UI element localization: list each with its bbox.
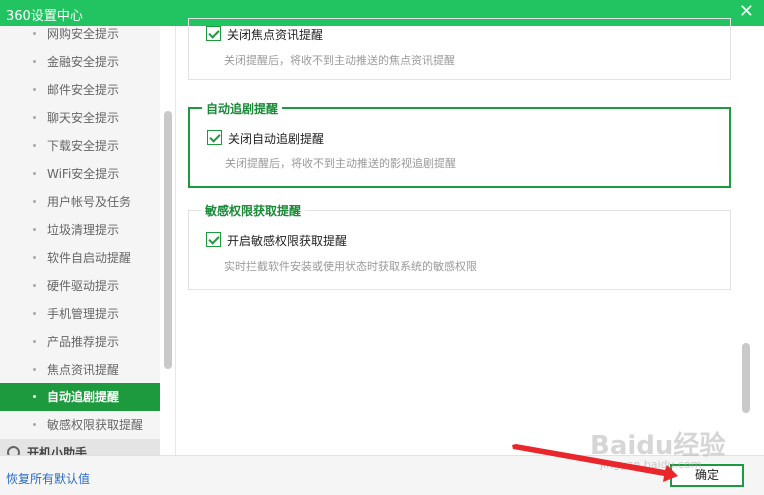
checkbox-label: 关闭焦点资讯提醒 [227, 28, 324, 42]
sidebar-item-driver[interactable]: 硬件驱动提示 [0, 272, 160, 300]
sidebar-item-label: 垃圾清理提示 [47, 223, 120, 237]
sidebar-item-drama[interactable]: 自动追剧提醒 [0, 383, 160, 411]
pointer-arrow-icon [512, 444, 678, 482]
sidebar-group-boot-helper[interactable]: 开机小助手 [0, 439, 160, 455]
sidebar-item-label: 软件自启动提醒 [47, 251, 132, 265]
sidebar-item-label: 自动追剧提醒 [47, 390, 120, 404]
gear-icon [7, 446, 20, 455]
sidebar-item-label: 硬件驱动提示 [47, 279, 120, 293]
checkbox-label: 关闭自动追剧提醒 [228, 132, 325, 146]
sidebar-item-chat[interactable]: 聊天安全提示 [0, 104, 160, 132]
panel-description: 实时拦截软件安装或使用状态时获取系统的敏感权限 [224, 260, 477, 273]
content-scrollbar[interactable] [742, 343, 750, 413]
sidebar-item-label: 手机管理提示 [47, 307, 120, 321]
sidebar-item-label: 下载安全提示 [47, 139, 120, 153]
sidebar-scrollbar[interactable] [164, 111, 172, 369]
sidebar-item-email[interactable]: 邮件安全提示 [0, 76, 160, 104]
sidebar-item-label: 产品推荐提示 [47, 335, 120, 349]
checkbox-label: 开启敏感权限获取提醒 [227, 234, 348, 248]
close-news-reminder-checkbox[interactable] [206, 26, 221, 41]
sidebar-item-product[interactable]: 产品推荐提示 [0, 328, 160, 356]
sidebar-item-label: WiFi安全提示 [47, 167, 120, 181]
close-icon[interactable]: ✕ [739, 1, 754, 23]
enable-permission-reminder-checkbox[interactable] [206, 232, 221, 247]
panel-permission-reminder: 敏感权限获取提醒 开启敏感权限获取提醒 实时拦截软件安装或使用状态时获取系统的敏… [188, 202, 731, 290]
sidebar-item-download[interactable]: 下载安全提示 [0, 132, 160, 160]
close-drama-reminder-checkbox[interactable] [207, 130, 222, 145]
panel-legend: 敏感权限获取提醒 [201, 202, 306, 219]
sidebar-item-account[interactable]: 用户帐号及任务 [0, 188, 160, 216]
sidebar-item-label: 网购安全提示 [47, 27, 120, 41]
panel-description: 关闭提醒后，将收不到主动推送的焦点资讯提醒 [224, 54, 455, 67]
sidebar-item-phone[interactable]: 手机管理提示 [0, 300, 160, 328]
panel-legend: 自动追剧提醒 [202, 100, 283, 117]
sidebar-item-label: 用户帐号及任务 [47, 195, 132, 209]
sidebar-item-finance[interactable]: 金融安全提示 [0, 48, 160, 76]
sidebar-item-label: 焦点资讯提醒 [47, 363, 120, 377]
sidebar-group-label: 开机小助手 [27, 446, 88, 455]
panel-news-reminder: 关闭焦点资讯提醒 关闭提醒后，将收不到主动推送的焦点资讯提醒 [188, 18, 731, 80]
window-title: 360设置中心 [6, 9, 83, 24]
sidebar-item-label: 金融安全提示 [47, 55, 120, 69]
panel-drama-reminder: 自动追剧提醒 关闭自动追剧提醒 关闭提醒后，将收不到主动推送的影视追剧提醒 [188, 100, 731, 188]
sidebar-item-permission[interactable]: 敏感权限获取提醒 [0, 411, 160, 439]
sidebar: 网购安全提示 金融安全提示 邮件安全提示 聊天安全提示 下载安全提示 WiFi安… [0, 26, 176, 455]
sidebar-item-label: 邮件安全提示 [47, 83, 120, 97]
settings-content: 关闭焦点资讯提醒 关闭提醒后，将收不到主动推送的焦点资讯提醒 自动追剧提醒 关闭… [176, 18, 764, 455]
panel-description: 关闭提醒后，将收不到主动推送的影视追剧提醒 [225, 157, 456, 170]
sidebar-item-label: 敏感权限获取提醒 [47, 418, 144, 432]
sidebar-item-news[interactable]: 焦点资讯提醒 [0, 356, 160, 384]
sidebar-item-autostart[interactable]: 软件自启动提醒 [0, 244, 160, 272]
restore-defaults-link[interactable]: 恢复所有默认值 [6, 470, 90, 487]
sidebar-item-online-shopping[interactable]: 网购安全提示 [0, 26, 160, 48]
sidebar-item-cleanup[interactable]: 垃圾清理提示 [0, 216, 160, 244]
sidebar-item-wifi[interactable]: WiFi安全提示 [0, 160, 160, 188]
sidebar-item-label: 聊天安全提示 [47, 111, 120, 125]
